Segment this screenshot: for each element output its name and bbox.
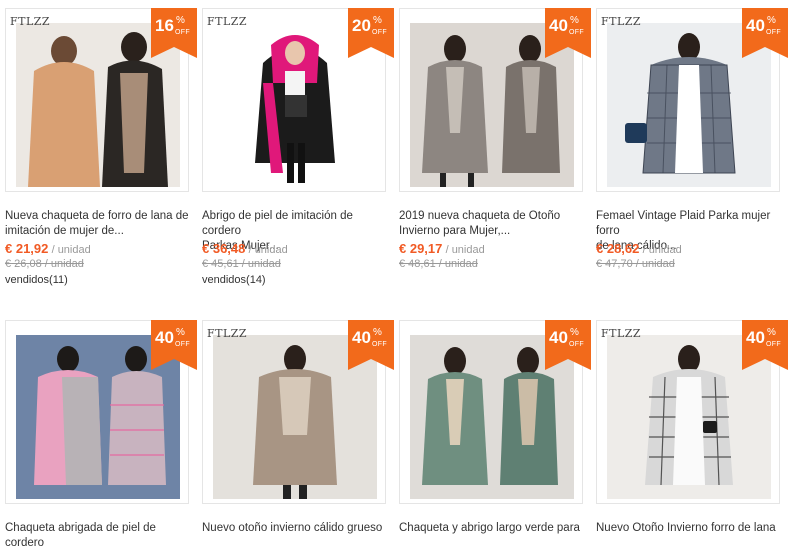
current-price: € 29,17: [399, 241, 443, 256]
price-row: € 36,48 / unidad: [202, 241, 288, 256]
price-unit: / unidad: [248, 244, 288, 256]
product-title-link[interactable]: Nuevo Otoño Invierno forro de lana: [596, 521, 782, 536]
discount-value: 20: [352, 16, 371, 35]
product-title-line: 2019 nueva chaqueta de Otoño: [399, 210, 561, 222]
product-title-link[interactable]: Nuevo otoño invierno cálido grueso: [202, 521, 388, 536]
current-price: € 21,92: [5, 241, 49, 256]
product-title-link[interactable]: Chaqueta abrigada de piel de cordero: [5, 521, 191, 551]
product-title-line: Chaqueta abrigada de piel de cordero: [5, 522, 156, 549]
off-label: OFF: [569, 29, 584, 36]
product-title-line: Chaqueta y abrigo largo verde para: [399, 522, 580, 534]
sold-count: vendidos(11): [5, 274, 68, 286]
price-row: € 29,17 / unidad: [399, 241, 485, 256]
product-title-line: Nuevo Otoño Invierno forro de lana: [596, 522, 776, 534]
current-price: € 36,48: [202, 241, 246, 256]
sold-count: vendidos(14): [202, 274, 266, 286]
product-title-line: Nueva chaqueta de forro de lana de: [5, 210, 189, 222]
off-label: OFF: [175, 29, 190, 36]
discount-value: 40: [746, 328, 765, 347]
percent-sign: %: [176, 327, 185, 338]
product-title-line: Abrigo de piel de imitación de cordero: [202, 210, 353, 237]
original-price: € 26,08 / unidad: [5, 258, 84, 270]
product-title-line: Femael Vintage Plaid Parka mujer forro: [596, 210, 771, 237]
price-unit: / unidad: [445, 244, 485, 256]
off-label: OFF: [766, 29, 781, 36]
product-title-line: Nuevo otoño invierno cálido grueso: [202, 522, 383, 534]
off-label: OFF: [372, 29, 387, 36]
brand-logo: FTLZZ: [601, 327, 642, 340]
price-row: € 28,62 / unidad: [596, 241, 682, 256]
percent-sign: %: [373, 15, 382, 26]
price-row: € 21,92 / unidad: [5, 241, 91, 256]
percent-sign: %: [570, 15, 579, 26]
percent-sign: %: [176, 15, 185, 26]
product-title-line: imitación de mujer de...: [5, 225, 124, 237]
discount-value: 40: [549, 328, 568, 347]
original-price: € 48,61 / unidad: [399, 258, 478, 270]
product-title-link[interactable]: Chaqueta y abrigo largo verde para: [399, 521, 585, 536]
original-price: € 47,70 / unidad: [596, 258, 675, 270]
price-unit: / unidad: [51, 244, 91, 256]
off-label: OFF: [766, 341, 781, 348]
discount-value: 40: [155, 328, 174, 347]
discount-value: 40: [746, 16, 765, 35]
price-unit: / unidad: [642, 244, 682, 256]
product-title-line: Invierno para Mujer,...: [399, 225, 511, 237]
percent-sign: %: [373, 327, 382, 338]
brand-logo: FTLZZ: [207, 327, 248, 340]
discount-value: 40: [352, 328, 371, 347]
original-price: € 45,61 / unidad: [202, 258, 281, 270]
discount-value: 16: [155, 16, 174, 35]
off-label: OFF: [569, 341, 584, 348]
product-title-link[interactable]: Nueva chaqueta de forro de lana de imita…: [5, 209, 191, 239]
brand-logo: FTLZZ: [10, 15, 51, 28]
brand-logo: FTLZZ: [601, 15, 642, 28]
current-price: € 28,62: [596, 241, 640, 256]
product-title-link[interactable]: 2019 nueva chaqueta de Otoño Invierno pa…: [399, 209, 585, 239]
percent-sign: %: [570, 327, 579, 338]
brand-logo: FTLZZ: [207, 15, 248, 28]
discount-value: 40: [549, 16, 568, 35]
percent-sign: %: [767, 15, 776, 26]
off-label: OFF: [372, 341, 387, 348]
off-label: OFF: [175, 341, 190, 348]
percent-sign: %: [767, 327, 776, 338]
